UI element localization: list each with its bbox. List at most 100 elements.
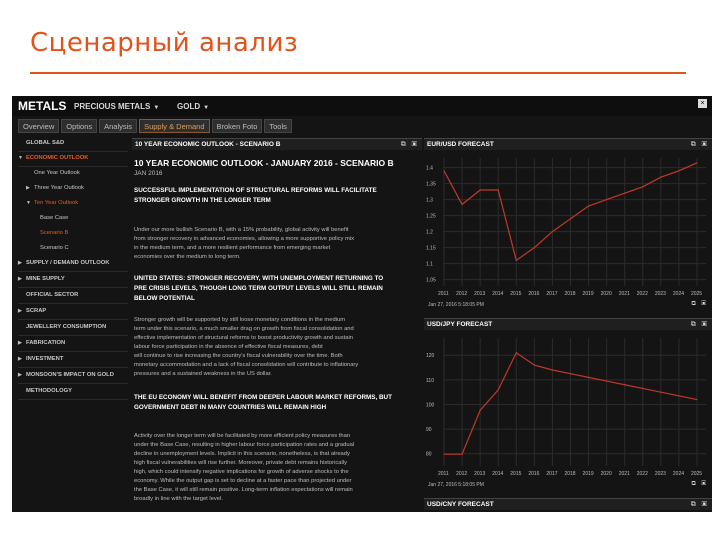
text-line: SUCCESSFUL IMPLEMENTATION OF STRUCTURAL … [134,187,377,194]
sidebar-item-5[interactable]: Base Case [32,215,68,221]
sidebar-item-label: Base Case [40,215,69,221]
x-tick-label: 2018 [564,471,575,477]
caret-right-icon: ▶ [18,372,22,378]
chart-title: USD/JPY FORECAST [427,321,493,328]
y-tick-label: 1.2 [426,230,433,236]
slide-title: Сценарный анализ [30,28,299,58]
sidebar-item-0[interactable]: GLOBAL S&D [18,140,128,146]
sidebar-item-1[interactable]: ▼ ECONOMIC OUTLOOK [18,155,128,161]
sidebar-item-13[interactable]: ▶ FABRICATION [18,340,128,346]
data-point [696,162,698,164]
sidebar-item-8[interactable]: ▶ SUPPLY / DEMAND OUTLOOK [18,260,128,266]
sidebar-item-3[interactable]: ▶ Three Year Outlook [26,185,84,191]
precious-metals-menu[interactable]: PRECIOUS METALS ▼ [74,102,159,111]
panel-tools-icon[interactable]: ⧉ ▣ [691,501,709,509]
data-point [461,453,463,455]
data-point [515,352,517,354]
tab-1[interactable]: Options [61,119,98,133]
sidebar-item-2[interactable]: One Year Outlook [26,170,80,176]
data-point [497,189,499,191]
sidebar-divider [18,383,128,384]
sidebar-divider [18,303,128,304]
text-line: economies over the medium to long term. [134,254,241,260]
chart-svg: 120 110 100 90 80 2011 2012 2013 2014 2015 2016 201… [426,338,706,477]
text-line: monetary accommodation and a lack of fis… [134,362,359,368]
document-title: 10 YEAR ECONOMIC OUTLOOK - JANUARY 2016 … [134,158,394,168]
data-point [479,189,481,191]
x-tick-label: 2012 [456,471,467,477]
x-tick-label: 2016 [528,471,539,477]
document-date: JAN 2016 [134,170,163,177]
y-tick-label: 1.4 [426,166,433,172]
tab-4[interactable]: Broken Foto [211,119,263,133]
chart-panel-2: USD/CNY FORECAST ⧉ ▣ [424,498,712,512]
data-point [696,398,698,401]
tab-2[interactable]: Analysis [99,119,138,133]
sidebar-item-label: ECONOMIC OUTLOOK [26,155,89,161]
text-line: will continue to rise increasing the cou… [134,353,343,359]
x-tick-label: 2018 [564,291,575,297]
x-tick-label: 2013 [474,471,485,477]
text-line: GOVERNMENT DEBT IN MANY COUNTRIES WILL R… [134,404,327,411]
caret-right-icon: ▶ [18,356,22,362]
tab-3[interactable]: Supply & Demand [139,119,210,133]
panel-tools-icon[interactable]: ⧉ ▣ [691,301,708,308]
data-point [461,203,463,205]
data-point [624,192,626,194]
x-tick-label: 2025 [691,471,702,477]
x-tick-label: 2020 [601,471,612,477]
sidebar-item-10[interactable]: OFFICIAL SECTOR [18,292,128,298]
sidebar-divider [18,151,128,152]
data-point [678,395,680,397]
x-tick-label: 2024 [673,471,684,477]
data-point [551,231,554,233]
chart-svg: 1.4 1.35 1.3 1.25 1.2 1.15 1.1 1.05 2011 2012 2013… [426,158,706,297]
panel-tools-icon[interactable]: ⧉ ▣ [691,141,709,149]
sidebar-divider [18,166,128,167]
text-line: Stronger growth will be supported by sti… [134,317,346,323]
panel-header: 10 YEAR ECONOMIC OUTLOOK - SCENARIO B ⧉ … [132,138,422,150]
sidebar-divider [18,271,128,272]
sidebar-item-label: One Year Outlook [34,170,80,176]
caret-right-icon: ▶ [26,185,30,191]
caret-right-icon: ▶ [18,308,22,314]
data-point [497,389,499,391]
y-tick-label: 1.1 [426,262,433,268]
chevron-down-icon: ▼ [153,105,160,111]
panel-tools-icon[interactable]: ⧉ ▣ [691,321,709,329]
sidebar-item-label: Ten Year Outlook [34,200,79,206]
x-tick-label: 2021 [619,471,630,477]
text-line: PRE CRISIS LEVELS, THOUGH LONG TERM OUTP… [134,285,383,292]
sidebar-item-16[interactable]: METHODOLOGY [18,388,128,394]
chart-title: EUR/USD FORECAST [427,141,494,148]
menu-label: GOLD [177,102,201,111]
text-line: in the medium term, and a more resilient… [134,245,331,251]
close-icon[interactable]: × [698,99,707,108]
sidebar-item-label: MONSOON'S IMPACT ON GOLD [26,372,114,378]
x-tick-label: 2014 [492,291,503,297]
tab-0[interactable]: Overview [18,119,60,133]
title-underline [30,72,686,74]
tab-5[interactable]: Tools [264,119,292,133]
section-heading: SUCCESSFUL IMPLEMENTATION OF STRUCTURAL … [134,186,414,206]
text-line: under the Base Case, resulting in higher… [134,442,355,448]
sidebar-item-7[interactable]: Scenario C [32,245,69,251]
x-tick-label: 2022 [637,291,648,297]
data-point [569,373,572,375]
paragraph: Stronger growth will be supported by sti… [134,316,414,379]
panel-tools-icon[interactable]: ⧉ ▣ [401,141,419,149]
sidebar-item-14[interactable]: ▶ INVESTMENT [18,356,128,362]
x-tick-label: 2012 [456,291,467,297]
text-line: high fiscal vulnerabilities will rise fu… [134,460,347,466]
sidebar-item-11[interactable]: ▶ SCRAP [18,308,128,314]
sidebar-item-6[interactable]: Scenario B [32,230,68,236]
sidebar-item-15[interactable]: ▶ MONSOON'S IMPACT ON GOLD [18,372,128,378]
panel-tools-icon[interactable]: ⧉ ▣ [691,481,708,488]
y-tick-label: 1.35 [426,182,436,188]
text-line: economy. While the output gap is set to … [134,478,352,484]
sidebar-item-12[interactable]: JEWELLERY CONSUMPTION [18,324,128,330]
sidebar-item-4[interactable]: ▼ Ten Year Outlook [26,200,78,206]
sidebar-item-9[interactable]: ▶ MINE SUPPLY [18,276,128,282]
gold-menu[interactable]: GOLD ▼ [177,102,209,111]
sidebar-divider [18,287,128,288]
